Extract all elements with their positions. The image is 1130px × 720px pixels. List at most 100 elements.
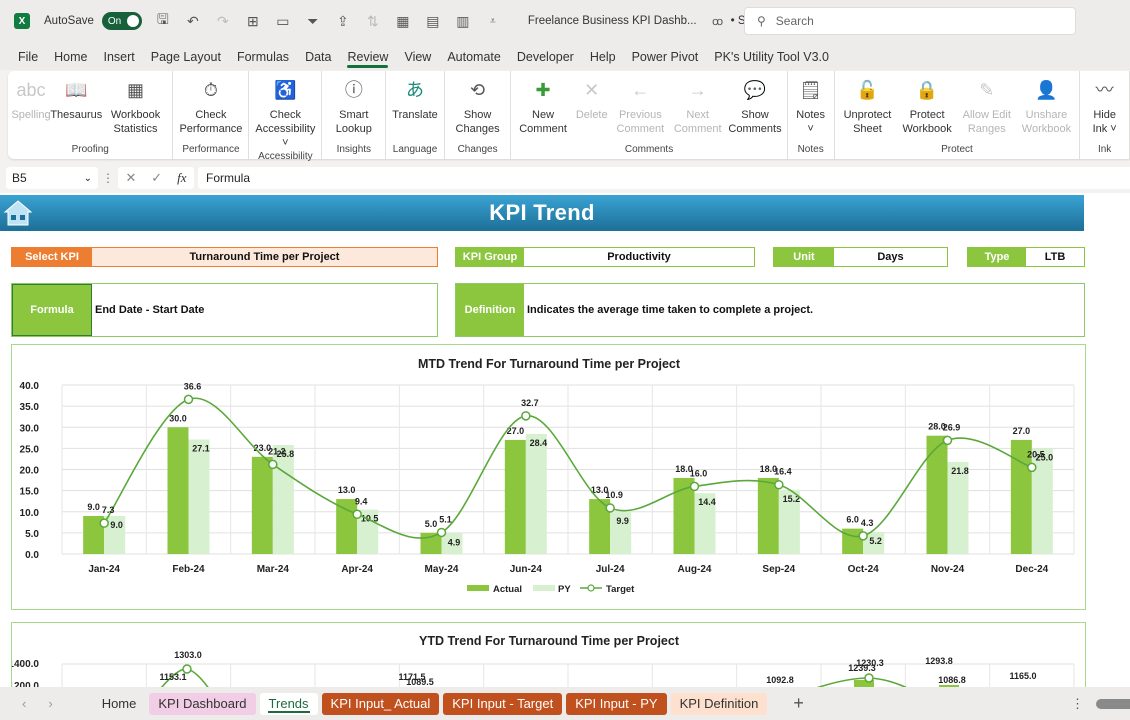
more-options-icon[interactable]: ⋮ <box>1071 696 1084 712</box>
horizontal-scrollbar[interactable] <box>1096 698 1130 709</box>
unshare-workbook-button[interactable]: 👤 Unshare Workbook <box>1017 75 1077 136</box>
y-tick-label: 1400.0 <box>12 659 39 670</box>
sheet-tab-kpi-input-py[interactable]: KPI Input - PY <box>566 692 667 715</box>
save-icon[interactable]: 🖫 <box>154 9 172 33</box>
allow-edit-ranges-button[interactable]: ✎ Allow Edit Ranges <box>957 75 1017 136</box>
cancel-icon[interactable]: ✕ <box>125 170 136 186</box>
scroll-left-icon[interactable]: ‹ <box>22 696 26 711</box>
enter-icon[interactable]: ✓ <box>151 170 162 186</box>
menu-tab-page-layout[interactable]: Page Layout <box>143 42 229 70</box>
spelling-button[interactable]: abc Spelling <box>11 75 51 122</box>
previous-comment-button[interactable]: ← Previous Comment <box>612 75 669 136</box>
chart-legend: Actual PY Target <box>467 584 635 595</box>
sheet-tab-kpi-dashboard[interactable]: KPI Dashboard <box>149 692 256 715</box>
picture-icon[interactable]: ▭ <box>274 13 292 30</box>
search-box[interactable]: ⚲ Search <box>744 7 1076 35</box>
formula-input[interactable]: Formula <box>198 167 1130 189</box>
sheet-tab-kpi-input-target[interactable]: KPI Input - Target <box>443 692 563 715</box>
menu-tab-help[interactable]: Help <box>582 42 624 70</box>
data-label: 1293.8 <box>925 656 953 666</box>
menu-tab-automate[interactable]: Automate <box>439 42 509 70</box>
legend-label-target: Target <box>606 584 635 595</box>
thesaurus-button[interactable]: 📖 Thesaurus <box>50 75 102 122</box>
redo-icon[interactable]: ↷ <box>214 13 232 30</box>
autosave-label: AutoSave <box>44 15 94 27</box>
kpi-group-row: KPI Group Productivity <box>455 247 755 267</box>
menu-tab-pk-s-utility-tool-v3-0[interactable]: PK's Utility Tool V3.0 <box>706 42 837 70</box>
workbook-statistics-button[interactable]: ▦ Workbook Statistics <box>102 75 170 136</box>
sheet-tab-trends[interactable]: Trends <box>259 692 318 715</box>
unprotect-sheet-button[interactable]: 🔓 Unprotect Sheet <box>838 75 898 136</box>
bar-py <box>188 439 210 554</box>
data-label-target: 32.7 <box>521 398 539 408</box>
check-performance-button[interactable]: ⏱ Check Performance <box>176 75 245 136</box>
menu-tab-file[interactable]: File <box>10 42 46 70</box>
document-title: Freelance Business KPI Dashb... <box>527 15 697 27</box>
share-icon[interactable]: ⇪ <box>334 13 352 30</box>
menu-tab-view[interactable]: View <box>396 42 439 70</box>
form-icon[interactable]: ⇅ <box>364 13 382 30</box>
menu-tab-data[interactable]: Data <box>297 42 339 70</box>
next-comment-button[interactable]: → Next Comment <box>669 75 726 136</box>
select-kpi-dropdown[interactable]: Turnaround Time per Project <box>92 248 437 266</box>
y-tick-label: 40.0 <box>20 381 40 392</box>
table-icon[interactable]: ▦ <box>394 13 412 30</box>
ribbon-group-buttons: ✚ New Comment ✕ Delete ← Previous Comment → Nex… <box>514 71 783 143</box>
home-icon[interactable] <box>3 198 33 231</box>
group-label: Protect <box>941 144 973 155</box>
sheet-tab-home[interactable]: Home <box>93 693 146 715</box>
calculator-icon[interactable]: ▤ <box>424 13 442 30</box>
calculator-2-icon[interactable]: ▥ <box>454 13 472 30</box>
unprotect-sheet-icon: 🔓 <box>856 80 879 100</box>
sharing-people-icon[interactable]: ꝏ <box>709 15 727 28</box>
hide-ink-button[interactable]: 〰 Hide Ink ˅ <box>1083 75 1126 136</box>
borders-icon[interactable]: ⊞ <box>244 13 262 30</box>
data-label: 1165.0 <box>1009 671 1036 681</box>
show-comments-button[interactable]: 💬 Show Comments <box>726 75 783 136</box>
button-label: Protect Workbook <box>902 109 952 135</box>
notes-icon: 🗒 <box>799 80 823 100</box>
menu-tab-review[interactable]: Review <box>339 42 396 70</box>
more-options-icon[interactable]: ⋮ <box>102 171 114 185</box>
delete-button[interactable]: ✕ Delete <box>572 75 612 122</box>
menu-tab-formulas[interactable]: Formulas <box>229 42 297 70</box>
target-point <box>689 481 700 492</box>
formula-label-cell[interactable]: Formula <box>12 284 92 336</box>
show-changes-button[interactable]: ⟲ Show Changes <box>448 75 508 136</box>
mtd-chart[interactable]: MTD Trend For Turnaround Time per Projec… <box>11 344 1086 610</box>
ribbon: abc Spelling 📖 Thesaurus ▦ Workbook Statistic… <box>8 71 1130 162</box>
menu-tab-home[interactable]: Home <box>46 42 95 70</box>
ytd-chart[interactable]: YTD Trend For Turnaround Time per Projec… <box>8 622 1086 687</box>
filter-icon[interactable]: ⏷ <box>304 13 322 30</box>
group-label: Accessibility <box>258 151 313 162</box>
new-comment-button[interactable]: ✚ New Comment <box>514 75 571 136</box>
page-title: KPI Trend <box>489 200 595 225</box>
menu-tab-power-pivot[interactable]: Power Pivot <box>624 42 707 70</box>
button-label: Allow Edit Ranges <box>962 109 1011 135</box>
menu-tab-developer[interactable]: Developer <box>509 42 582 70</box>
y-tick-label: 25.0 <box>20 444 40 455</box>
name-box[interactable]: B5 ⌄ <box>6 167 98 189</box>
protect-workbook-button[interactable]: 🔒 Protect Workbook <box>897 75 957 136</box>
autosave-toggle[interactable]: On <box>101 12 142 30</box>
kpi-group-value: Productivity <box>607 251 671 263</box>
scroll-right-icon[interactable]: › <box>48 696 52 711</box>
sheet-tab-kpi-definition[interactable]: KPI Definition <box>670 692 768 715</box>
ribbon-group-accessibility: ♿ Check Accessibility ˅ Accessibility <box>249 71 323 162</box>
notes-button[interactable]: 🗒 Notes ˅ <box>791 75 831 136</box>
smart-lookup-button[interactable]: ⓘ Smart Lookup <box>325 75 382 136</box>
button-label: Hide Ink ˅ <box>1092 109 1117 135</box>
add-sheet-icon[interactable]: + <box>793 693 804 714</box>
insert-function-icon[interactable]: fx <box>177 170 186 186</box>
kpi-group-label: KPI Group <box>456 248 524 266</box>
check-accessibility-button[interactable]: ♿ Check Accessibility ˅ <box>252 75 318 150</box>
customize-toolbar-icon[interactable]: ⩡ <box>484 16 502 27</box>
x-tick-label: Apr-24 <box>341 564 373 575</box>
data-label: 1303.0 <box>174 650 202 660</box>
bar-actual <box>757 477 779 554</box>
undo-icon[interactable]: ↶ <box>184 13 202 30</box>
menu-tab-insert[interactable]: Insert <box>96 42 143 70</box>
sheet-tab-kpi-input-actual[interactable]: KPI Input_ Actual <box>321 692 440 715</box>
x-tick-label: Feb-24 <box>172 564 205 575</box>
translate-button[interactable]: あ Translate <box>389 75 440 122</box>
